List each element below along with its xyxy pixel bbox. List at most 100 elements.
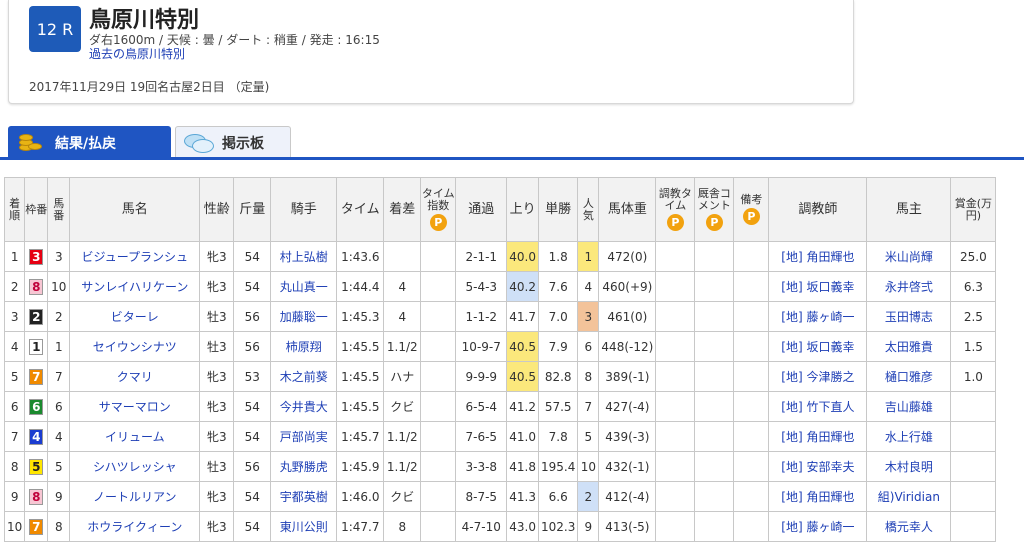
time-cell: 1:43.6 [336, 241, 385, 272]
tab-results[interactable]: 結果/払戻 [8, 126, 171, 158]
col-remarks[interactable]: 備考 P [733, 177, 770, 242]
horse-weight-cell: 460(+9) [598, 271, 657, 302]
col-stable-comment[interactable]: 厩舎コメント P [694, 177, 735, 242]
owner-link[interactable]: 玉田博志 [866, 301, 952, 332]
tab-bbs[interactable]: 掲示板 [175, 126, 291, 158]
sexage-cell: 牝3 [199, 241, 235, 272]
umaban-cell: 1 [47, 331, 71, 362]
horse-name-link[interactable]: シハツレッシャ [69, 451, 201, 482]
owner-link[interactable]: 水上行雄 [866, 421, 952, 452]
jockey-link[interactable]: 宇都英樹 [270, 481, 338, 512]
weight-cell: 56 [233, 301, 272, 332]
trainer-link[interactable]: [地] 藤ヶ崎一 [768, 511, 868, 542]
jockey-link[interactable]: 今井貴大 [270, 391, 338, 422]
jockey-link[interactable]: 村上弘樹 [270, 241, 338, 272]
horse-weight-cell: 412(-4) [598, 481, 657, 512]
stable-comment-cell [694, 481, 735, 512]
sexage-cell: 牝3 [199, 361, 235, 392]
horse-name-link[interactable]: サマーマロン [69, 391, 201, 422]
trainer-link[interactable]: [地] 坂口義幸 [768, 271, 868, 302]
col-jockey: 騎手 [270, 177, 338, 242]
col-popularity: 人気 [577, 177, 600, 242]
owner-link[interactable]: 樋口雅彦 [866, 361, 952, 392]
trainer-link[interactable]: [地] 竹下直人 [768, 391, 868, 422]
prize-cell: 1.5 [950, 331, 997, 362]
horse-name-link[interactable]: イリューム [69, 421, 201, 452]
table-row: 7 4 4 イリューム 牝3 54 戸部尚実 1:45.7 1.1/2 7-6-5 41.0 7.8 5… [3, 421, 997, 452]
prize-cell: 1.0 [950, 361, 997, 392]
owner-link[interactable]: 橋元幸人 [866, 511, 952, 542]
horse-name-link[interactable]: ビターレ [69, 301, 201, 332]
trainer-link[interactable]: [地] 今津勝之 [768, 361, 868, 392]
trainer-link[interactable]: [地] 角田輝也 [768, 421, 868, 452]
owner-link[interactable]: 米山尚輝 [866, 241, 952, 272]
stable-comment-cell [694, 331, 735, 362]
popularity-cell: 1 [577, 241, 600, 272]
trainer-link[interactable]: [地] 安部幸夫 [768, 451, 868, 482]
trainer-link[interactable]: [地] 藤ヶ崎一 [768, 301, 868, 332]
owner-link[interactable]: 吉山藤雄 [866, 391, 952, 422]
race-header: 12 R 鳥原川特別 ダ右1600m / 天候 : 曇 / ダート : 稍重 /… [8, 0, 854, 104]
waku-badge: 7 [29, 368, 44, 385]
odds-cell: 82.8 [537, 361, 579, 392]
rank-cell: 5 [3, 361, 26, 392]
horse-name-link[interactable]: ビジュープランシュ [69, 241, 201, 272]
owner-link[interactable]: 太田雅貴 [866, 331, 952, 362]
time-index-cell [420, 391, 457, 422]
last3f-cell: 41.8 [506, 451, 539, 482]
passing-cell: 1-1-2 [455, 301, 508, 332]
col-training-time[interactable]: 調教タイム P [655, 177, 696, 242]
past-races-link[interactable]: 過去の鳥原川特別 [89, 45, 185, 62]
horse-name-link[interactable]: サンレイハリケーン [69, 271, 201, 302]
waku-cell: 1 [24, 331, 49, 362]
trainer-link[interactable]: [地] 坂口義幸 [768, 331, 868, 362]
jockey-link[interactable]: 東川公則 [270, 511, 338, 542]
jockey-link[interactable]: 加藤聡一 [270, 301, 338, 332]
weight-cell: 56 [233, 451, 272, 482]
table-row: 8 5 5 シハツレッシャ 牡3 56 丸野勝虎 1:45.9 1.1/2 3-3-8 41.8 19… [3, 451, 997, 482]
waku-cell: 8 [24, 271, 49, 302]
remarks-cell [733, 361, 770, 392]
jockey-link[interactable]: 戸部尚実 [270, 421, 338, 452]
jockey-link[interactable]: 丸山真一 [270, 271, 338, 302]
last3f-cell: 41.7 [506, 301, 539, 332]
time-cell: 1:45.5 [336, 391, 385, 422]
time-index-cell [420, 451, 457, 482]
remarks-cell [733, 241, 770, 272]
time-index-cell [420, 421, 457, 452]
table-row: 2 8 10 サンレイハリケーン 牝3 54 丸山真一 1:44.4 4 5-4-3 40.2 7.6… [3, 271, 997, 302]
prize-cell [950, 451, 997, 482]
waku-badge: 8 [29, 488, 44, 505]
stable-comment-cell [694, 511, 735, 542]
sexage-cell: 牝3 [199, 511, 235, 542]
trainer-link[interactable]: [地] 角田輝也 [768, 241, 868, 272]
col-time-index[interactable]: タイム指数 P [420, 177, 457, 242]
prize-cell [950, 421, 997, 452]
horse-name-link[interactable]: クマリ [69, 361, 201, 392]
margin-cell: クビ [383, 391, 422, 422]
trainer-link[interactable]: [地] 角田輝也 [768, 481, 868, 512]
umaban-cell: 9 [47, 481, 71, 512]
table-row: 10 7 8 ホウライクィーン 牝3 54 東川公則 1:47.7 8 4-7-10 43.0 102… [3, 511, 997, 542]
passing-cell: 5-4-3 [455, 271, 508, 302]
umaban-cell: 8 [47, 511, 71, 542]
horse-name-link[interactable]: セイウンシナツ [69, 331, 201, 362]
stable-comment-cell [694, 391, 735, 422]
owner-link[interactable]: 永井啓弍 [866, 271, 952, 302]
waku-cell: 3 [24, 241, 49, 272]
col-training-time-label: 調教タイム [658, 187, 692, 212]
owner-link[interactable]: 木村良明 [866, 451, 952, 482]
horse-name-link[interactable]: ホウライクィーン [69, 511, 201, 542]
popularity-cell: 10 [577, 451, 600, 482]
popularity-cell: 6 [577, 331, 600, 362]
remarks-cell [733, 331, 770, 362]
jockey-link[interactable]: 柿原翔 [270, 331, 338, 362]
jockey-link[interactable]: 木之前葵 [270, 361, 338, 392]
umaban-cell: 2 [47, 301, 71, 332]
owner-link[interactable]: 組)Viridian [866, 481, 952, 512]
col-name[interactable]: 馬名 [69, 177, 201, 242]
horse-name-link[interactable]: ノートルリアン [69, 481, 201, 512]
weight-cell: 54 [233, 511, 272, 542]
jockey-link[interactable]: 丸野勝虎 [270, 451, 338, 482]
sexage-cell: 牡3 [199, 331, 235, 362]
